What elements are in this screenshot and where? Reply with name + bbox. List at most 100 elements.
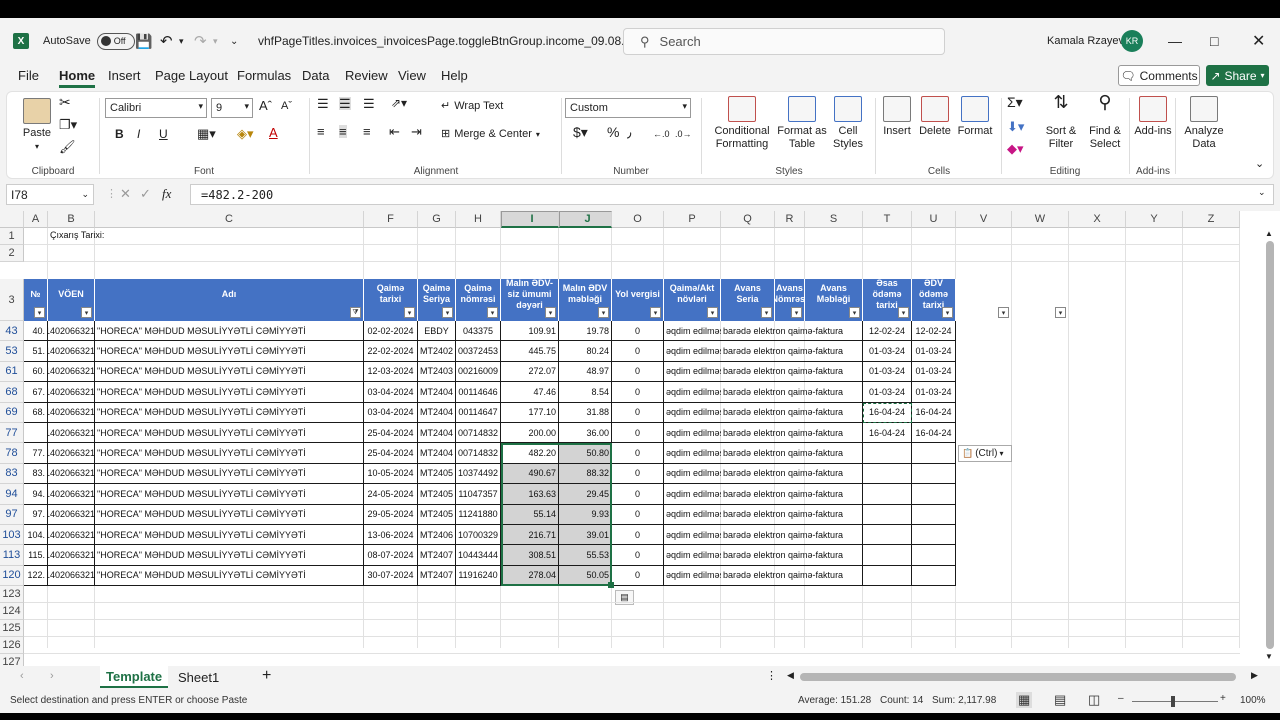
cell-c[interactable]: "HORECA" MƏHDUD MƏSULİYYƏTLİ CƏMİYYƏTİ bbox=[95, 484, 364, 505]
row-header[interactable]: 53 bbox=[0, 341, 24, 362]
autosum-icon[interactable]: Σ▾ bbox=[1007, 95, 1023, 109]
filter-dropdown-icon[interactable]: ▾ bbox=[942, 307, 953, 318]
filter-dropdown-icon[interactable]: ▾ bbox=[545, 307, 556, 318]
underline-button[interactable]: U bbox=[159, 128, 168, 141]
scroll-right-icon[interactable]: ▶ bbox=[1251, 670, 1258, 681]
cell-j[interactable]: 39.01 bbox=[559, 525, 612, 546]
filter-dropdown-icon[interactable]: ⧩ bbox=[350, 307, 361, 318]
cancel-icon[interactable]: ✕ bbox=[120, 186, 131, 202]
cell-j[interactable]: 50.80 bbox=[559, 443, 612, 464]
cell-c[interactable]: "HORECA" MƏHDUD MƏSULİYYƏTLİ CƏMİYYƏTİ bbox=[95, 463, 364, 485]
cell-j[interactable]: 55.53 bbox=[559, 545, 612, 566]
filter-dropdown-icon[interactable]: ▾ bbox=[404, 307, 415, 318]
cell-q[interactable]: barədə elektron qaimə-faktura bbox=[721, 565, 863, 587]
maximize-icon[interactable]: □ bbox=[1210, 18, 1218, 64]
cell-g[interactable]: MT2406 bbox=[418, 525, 456, 546]
cell-b[interactable]: 1402066321 bbox=[48, 341, 95, 362]
save-icon[interactable]: 💾 bbox=[135, 18, 152, 64]
cell-t[interactable]: 12-02-24 bbox=[863, 321, 912, 342]
document-title[interactable]: vhfPageTitles.invoices_invoicesPage.togg… bbox=[258, 34, 641, 48]
cell-q[interactable]: barədə elektron qaimə-faktura bbox=[721, 525, 863, 546]
column-header-x[interactable]: X bbox=[1069, 211, 1126, 228]
select-all-corner[interactable] bbox=[0, 211, 24, 228]
cell-o[interactable]: 0 bbox=[612, 321, 664, 342]
font-name-select[interactable]: Calibri ▾ bbox=[105, 98, 207, 118]
cell-o[interactable]: 0 bbox=[612, 361, 664, 383]
cell-b[interactable]: 1402066321 bbox=[48, 504, 95, 525]
column-header-r[interactable]: R bbox=[775, 211, 805, 228]
cell-q[interactable]: barədə elektron qaimə-faktura bbox=[721, 463, 863, 485]
cell-p[interactable]: əqdim edilməsi bbox=[664, 321, 721, 342]
menu-data[interactable]: Data bbox=[302, 68, 329, 83]
fill-color-icon[interactable]: ◈▾ bbox=[237, 127, 254, 140]
column-header-q[interactable]: Q bbox=[721, 211, 775, 228]
cell-a[interactable]: 83. bbox=[24, 463, 48, 485]
undo-icon[interactable]: ↶ bbox=[160, 18, 173, 64]
cell-p[interactable]: əqdim edilməsi bbox=[664, 484, 721, 505]
cell-u[interactable]: 01-03-24 bbox=[912, 341, 956, 362]
filter-dropdown-icon[interactable]: ▾ bbox=[1055, 307, 1066, 318]
cell-t[interactable] bbox=[863, 443, 912, 464]
cell-t[interactable] bbox=[863, 525, 912, 546]
cell-j[interactable]: 88.32 bbox=[559, 463, 612, 485]
search-box[interactable]: ⚲ Search bbox=[623, 28, 945, 55]
cell-o[interactable]: 0 bbox=[612, 382, 664, 403]
cell-h[interactable]: 11916240 bbox=[456, 565, 501, 587]
autosave-toggle[interactable]: Off bbox=[96, 32, 135, 50]
cell-u[interactable] bbox=[912, 484, 956, 505]
cell-g[interactable]: EBDY bbox=[418, 321, 456, 342]
cell-b[interactable]: 1402066321 bbox=[48, 382, 95, 403]
cell-c[interactable]: "HORECA" MƏHDUD MƏSULİYYƏTLİ CƏMİYYƏTİ bbox=[95, 341, 364, 362]
insert-cells-button[interactable]: Insert bbox=[879, 96, 915, 138]
filter-dropdown-icon[interactable]: ▾ bbox=[487, 307, 498, 318]
normal-view-icon[interactable]: ▦ bbox=[1016, 692, 1033, 708]
column-header-i[interactable]: I bbox=[501, 211, 559, 228]
cell-h[interactable]: 00714832 bbox=[456, 443, 501, 464]
cell-b[interactable]: 1402066321 bbox=[48, 545, 95, 566]
menu-review[interactable]: Review bbox=[345, 68, 388, 83]
cell-b[interactable]: 1402066321 bbox=[48, 423, 95, 444]
fill-icon[interactable]: ⬇▾ bbox=[1007, 120, 1024, 133]
cell-t[interactable]: 01-03-24 bbox=[863, 361, 912, 383]
page-layout-view-icon[interactable]: ▤ bbox=[1054, 692, 1066, 708]
font-size-select[interactable]: 9 ▾ bbox=[211, 98, 253, 118]
column-header-a[interactable]: A bbox=[24, 211, 48, 228]
wrap-text-button[interactable]: ↵ Wrap Text bbox=[441, 100, 503, 113]
cell-h[interactable]: 10374492 bbox=[456, 463, 501, 485]
column-header-p[interactable]: P bbox=[664, 211, 721, 228]
column-header-u[interactable]: U bbox=[912, 211, 956, 228]
zoom-slider[interactable] bbox=[1132, 701, 1218, 702]
cell-u[interactable]: 01-03-24 bbox=[912, 382, 956, 403]
comments-button[interactable]: 🗨 Comments bbox=[1118, 65, 1200, 86]
cell-g[interactable]: MT2404 bbox=[418, 423, 456, 444]
cell-q[interactable]: barədə elektron qaimə-faktura bbox=[721, 545, 863, 566]
cell-t[interactable] bbox=[863, 545, 912, 566]
cell-t[interactable]: 16-04-24 bbox=[863, 423, 912, 444]
cell-g[interactable]: MT2407 bbox=[418, 565, 456, 587]
decrease-decimal-icon[interactable]: .0→ bbox=[675, 128, 692, 141]
row-header[interactable]: 94 bbox=[0, 484, 24, 505]
row-header[interactable]: 78 bbox=[0, 443, 24, 464]
cell-j[interactable]: 9.93 bbox=[559, 504, 612, 525]
conditional-formatting-button[interactable]: Conditional Formatting bbox=[707, 96, 777, 151]
expand-formula-icon[interactable]: ⌄ bbox=[1258, 187, 1266, 198]
cell-g[interactable]: MT2407 bbox=[418, 545, 456, 566]
cell-b[interactable]: 1402066321 bbox=[48, 525, 95, 546]
cell-o[interactable]: 0 bbox=[612, 443, 664, 464]
enter-icon[interactable]: ✓ bbox=[140, 186, 151, 202]
cell-i[interactable]: 163.63 bbox=[501, 484, 559, 505]
italic-button[interactable]: I bbox=[137, 128, 140, 141]
currency-icon[interactable]: $▾ bbox=[573, 125, 588, 139]
minimize-icon[interactable]: — bbox=[1168, 18, 1182, 64]
zoom-level[interactable]: 100% bbox=[1240, 695, 1266, 706]
cell-o[interactable]: 0 bbox=[612, 341, 664, 362]
cell-p[interactable]: əqdim edilməsi bbox=[664, 443, 721, 464]
cell-t[interactable] bbox=[863, 504, 912, 525]
cell-t[interactable]: 01-03-24 bbox=[863, 341, 912, 362]
cell-c[interactable]: "HORECA" MƏHDUD MƏSULİYYƏTLİ CƏMİYYƏTİ bbox=[95, 565, 364, 587]
scroll-up-icon[interactable]: ▲ bbox=[1265, 229, 1273, 238]
cell-i[interactable]: 200.00 bbox=[501, 423, 559, 444]
row-header[interactable]: 97 bbox=[0, 504, 24, 525]
column-header-v[interactable]: V bbox=[956, 211, 1012, 228]
title-cell[interactable]: Çıxarış Tarixi: bbox=[50, 230, 104, 240]
